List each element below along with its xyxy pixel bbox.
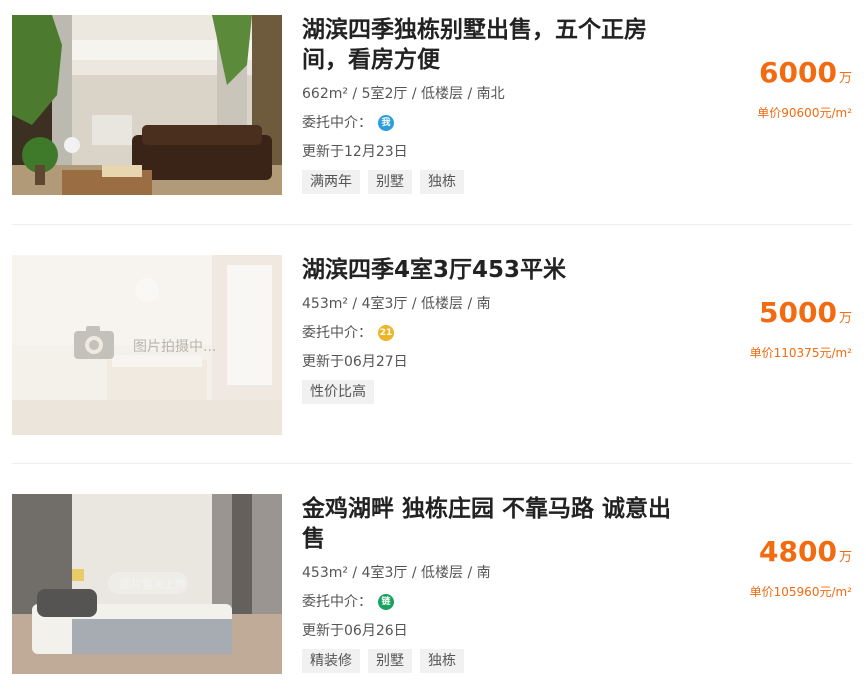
listing-specs: 662m² / 5室2厅 / 低楼层 / 南北 [302, 86, 505, 102]
listing-price: 4800 万 单价105960元/m² [750, 535, 852, 600]
price-total: 5000 万 [750, 296, 852, 336]
listing-specs: 453m² / 4室3厅 / 低楼层 / 南 [302, 565, 491, 581]
price-total: 4800 万 [750, 535, 852, 575]
price-total-value: 6000 [759, 56, 837, 89]
listing-list: 湖滨四季独栋别墅出售，五个正房间，看房方便 662m² / 5室2厅 / 低楼层… [0, 0, 866, 691]
agent-logo-icon[interactable]: 我 [378, 115, 394, 131]
listing-agent: 委托中介： 链 [302, 591, 692, 613]
listing-tag: 别墅 [368, 170, 412, 194]
price-unit: 万 [838, 311, 852, 326]
listing-tags: 满两年 别墅 独栋 [302, 170, 692, 194]
price-total: 6000 万 [757, 56, 852, 96]
price-total-value: 4800 [759, 535, 837, 568]
listing-tag: 独栋 [420, 170, 464, 194]
listing-price: 5000 万 单价110375元/m² [750, 296, 852, 361]
agent-logo-icon[interactable]: 链 [378, 594, 394, 610]
listing-tag: 独栋 [420, 649, 464, 673]
listing-agent: 委托中介： 21 [302, 322, 692, 344]
placeholder-text: 图片暂未上传 [120, 578, 186, 591]
listing-card[interactable]: 图片拍摄中... 湖滨四季4室3厅453平米 453m² / 4室3厅 / 低楼… [0, 240, 866, 440]
agent-label: 委托中介： [302, 325, 372, 341]
living-room-photo [12, 15, 282, 195]
listing-card[interactable]: 图片暂未上传 金鸡湖畔 独栋庄园 不靠马路 诚意出售 453m² / 4室3厅 … [0, 479, 866, 679]
price-unit: 万 [838, 550, 852, 565]
listing-title[interactable]: 金鸡湖畔 独栋庄园 不靠马路 诚意出售 [302, 494, 692, 554]
listing-price: 6000 万 单价90600元/m² [757, 56, 852, 121]
price-per-sqm: 单价105960元/m² [749, 585, 852, 599]
price-per-sqm: 单价90600元/m² [757, 106, 852, 120]
price-per-sqm: 单价110375元/m² [749, 346, 852, 360]
price-unit: 万 [838, 71, 852, 86]
listing-specs: 453m² / 4室3厅 / 低楼层 / 南 [302, 296, 491, 312]
listing-photo[interactable]: 图片暂未上传 [12, 494, 282, 674]
listing-photo[interactable] [12, 15, 282, 195]
listing-tags: 性价比高 [302, 380, 692, 404]
agent-label: 委托中介： [302, 115, 372, 131]
agent-logo-icon[interactable]: 21 [378, 325, 394, 341]
listing-tag: 性价比高 [302, 380, 374, 404]
listing-agent: 委托中介： 我 [302, 112, 692, 134]
listing-info: 湖滨四季4室3厅453平米 453m² / 4室3厅 / 低楼层 / 南 委托中… [302, 255, 692, 404]
listing-info: 湖滨四季独栋别墅出售，五个正房间，看房方便 662m² / 5室2厅 / 低楼层… [302, 15, 692, 194]
listing-tags: 精装修 别墅 独栋 [302, 649, 692, 673]
price-total-value: 5000 [759, 296, 837, 329]
listing-updated: 更新于06月27日 [302, 354, 408, 370]
listing-updated: 更新于06月26日 [302, 623, 408, 639]
listing-tag: 满两年 [302, 170, 360, 194]
listing-info: 金鸡湖畔 独栋庄园 不靠马路 诚意出售 453m² / 4室3厅 / 低楼层 /… [302, 494, 692, 673]
agent-label: 委托中介： [302, 594, 372, 610]
listing-card[interactable]: 湖滨四季独栋别墅出售，五个正房间，看房方便 662m² / 5室2厅 / 低楼层… [0, 0, 866, 200]
listing-tag: 精装修 [302, 649, 360, 673]
listing-tag: 别墅 [368, 649, 412, 673]
divider [12, 224, 852, 225]
listing-updated: 更新于12月23日 [302, 144, 408, 160]
placeholder-text: 图片拍摄中... [133, 339, 217, 355]
listing-title[interactable]: 湖滨四季4室3厅453平米 [302, 255, 692, 285]
listing-photo[interactable]: 图片拍摄中... [12, 255, 282, 435]
divider [12, 463, 852, 464]
listing-title[interactable]: 湖滨四季独栋别墅出售，五个正房间，看房方便 [302, 15, 692, 75]
